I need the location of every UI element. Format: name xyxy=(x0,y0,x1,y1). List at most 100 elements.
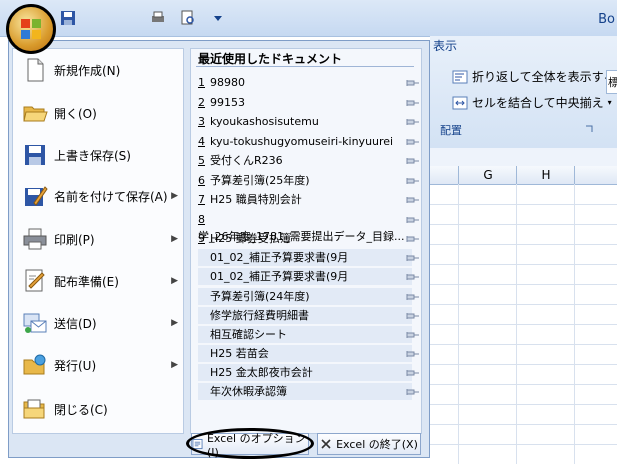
column-header-h[interactable]: H xyxy=(516,166,575,184)
gridline xyxy=(430,344,617,345)
recent-document-number: 1 xyxy=(198,76,205,89)
ribbon-cut-label: 標 xyxy=(608,76,617,89)
pin-icon[interactable] xyxy=(406,330,420,340)
print-preview-icon[interactable] xyxy=(180,10,196,26)
command-label: 上書き保存(S) xyxy=(54,148,131,163)
recent-document-name: kyu-tokushugyomuseiri-kinyuurei xyxy=(210,135,394,148)
pin-icon[interactable] xyxy=(406,292,420,302)
submenu-arrow-icon: ▶ xyxy=(171,276,178,286)
formula-bar[interactable] xyxy=(430,148,617,167)
prepare-command[interactable]: 配布準備(E) ▶ xyxy=(14,263,182,299)
command-label: 印刷(P) xyxy=(54,232,95,247)
gridline xyxy=(430,424,617,425)
merge-center-button[interactable]: セルを結合して中央揃え ▾ xyxy=(452,94,612,111)
new-document-icon xyxy=(27,58,44,82)
pin-icon[interactable] xyxy=(406,253,420,263)
recent-document-number: 9 xyxy=(198,232,205,245)
open-command[interactable]: 開く(O) xyxy=(14,95,182,131)
pin-icon[interactable] xyxy=(406,368,420,378)
pin-icon[interactable] xyxy=(406,195,420,205)
pin-icon[interactable] xyxy=(406,234,420,244)
command-label: 開く(O) xyxy=(54,106,97,121)
pin-icon[interactable] xyxy=(406,215,420,225)
wrap-text-button[interactable]: 折り返して全体を表示する xyxy=(452,68,616,85)
recent-document-item[interactable]: 6 予算差引簿(25年度) xyxy=(198,172,412,189)
recent-document-item[interactable]: 4 kyu-tokushugyomuseiri-kinyuurei xyxy=(198,133,412,150)
recent-document-item[interactable]: 8学_26年度_1781_需要提出データ_目録... xyxy=(198,211,412,243)
exit-excel-button[interactable]: Excel の終了(X) xyxy=(317,433,421,455)
tab-view[interactable]: 表示 xyxy=(433,37,457,54)
highlight-circle-options xyxy=(186,428,314,459)
recent-document-item[interactable]: 01_02_補正予算要求書(9月 xyxy=(198,249,412,266)
print-command[interactable]: 印刷(P) ▶ xyxy=(14,221,182,257)
recent-document-name: H25 職員特別会計 xyxy=(210,193,302,206)
pin-icon[interactable] xyxy=(406,117,420,127)
recent-document-name: 修学旅行経費明細書 xyxy=(210,309,309,322)
save-command[interactable]: 上書き保存(S) xyxy=(14,137,182,173)
recent-document-number: 3 xyxy=(198,115,205,128)
recent-document-name: 01_02_補正予算要求書(9月 xyxy=(210,251,349,264)
recent-document-name: H25 若苗会 xyxy=(210,347,269,360)
recent-document-item[interactable]: 2 99153 xyxy=(198,94,412,111)
recent-document-item[interactable]: 9 H25 郵券受払簿 xyxy=(198,230,412,247)
group-label-alignment: 配置 xyxy=(440,124,462,137)
publish-icon xyxy=(23,354,46,375)
pin-icon[interactable] xyxy=(406,387,420,397)
recent-document-name: 年次休暇承認簿 xyxy=(210,385,287,398)
gridline xyxy=(430,304,617,305)
pin-icon[interactable] xyxy=(406,272,420,282)
pin-icon[interactable] xyxy=(406,176,420,186)
submenu-arrow-icon: ▶ xyxy=(171,191,178,201)
recent-document-item[interactable]: H25 若苗会 xyxy=(198,345,412,362)
pin-icon[interactable] xyxy=(406,78,420,88)
recent-document-item[interactable]: 5 受付くんR236 xyxy=(198,152,412,169)
column-header-g[interactable]: G xyxy=(458,166,517,184)
recent-document-number: 8 xyxy=(198,213,205,226)
pin-icon[interactable] xyxy=(406,156,420,166)
save-as-command[interactable]: 名前を付けて保存(A) ▶ xyxy=(14,178,182,214)
pin-icon[interactable] xyxy=(406,311,420,321)
title-bar: Bo xyxy=(0,0,617,37)
gridline xyxy=(430,364,617,365)
window-title: Bo xyxy=(598,12,615,27)
divider xyxy=(196,66,414,67)
pin-icon[interactable] xyxy=(406,349,420,359)
gridline xyxy=(430,224,617,225)
recent-document-item[interactable]: 7 H25 職員特別会計 xyxy=(198,191,412,208)
save-icon[interactable] xyxy=(60,10,76,26)
command-label: 送信(D) xyxy=(54,316,97,331)
print-icon[interactable] xyxy=(150,10,166,26)
recent-document-number: 5 xyxy=(198,154,205,167)
recent-document-name: 相互確認シート xyxy=(210,328,287,341)
recent-document-item[interactable]: 3 kyoukashosisutemu xyxy=(198,113,412,130)
recent-document-name: H25 金太郎夜市会計 xyxy=(210,366,313,379)
command-label: 配布準備(E) xyxy=(54,274,119,289)
recent-document-item[interactable]: H25 金太郎夜市会計 xyxy=(198,364,412,381)
recent-document-number: 4 xyxy=(198,135,205,148)
office-button[interactable] xyxy=(6,4,56,54)
recent-document-item[interactable]: 年次休暇承認簿 xyxy=(198,383,412,400)
new-command[interactable]: 新規作成(N) xyxy=(14,52,182,88)
recent-document-item[interactable]: 予算差引簿(24年度) xyxy=(198,288,412,305)
customize-dropdown-icon[interactable] xyxy=(210,10,226,26)
pin-icon[interactable] xyxy=(406,137,420,147)
close-icon xyxy=(321,439,331,449)
column-header-i[interactable] xyxy=(574,166,617,184)
dialog-launcher-icon[interactable] xyxy=(584,124,594,134)
command-label: 閉じる(C) xyxy=(54,402,108,417)
pin-icon[interactable] xyxy=(406,98,420,108)
send-command[interactable]: 送信(D) ▶ xyxy=(14,305,182,341)
recent-document-number: 7 xyxy=(198,193,205,206)
recent-document-item[interactable]: 修学旅行経費明細書 xyxy=(198,307,412,324)
close-folder-icon xyxy=(23,399,45,419)
recent-document-item[interactable]: 相互確認シート xyxy=(198,326,412,343)
close-command[interactable]: 閉じる(C) xyxy=(14,391,182,427)
submenu-arrow-icon: ▶ xyxy=(171,318,178,328)
exit-excel-label: Excel の終了(X) xyxy=(336,438,418,451)
recent-document-item[interactable]: 01_02_補正予算要求書(9月 xyxy=(198,268,412,285)
recent-document-item[interactable]: 1 98980 xyxy=(198,74,412,91)
gridline xyxy=(430,264,617,265)
recent-document-name: H25 郵券受払簿 xyxy=(210,232,291,245)
publish-command[interactable]: 発行(U) ▶ xyxy=(14,347,182,383)
gridline xyxy=(430,444,617,445)
